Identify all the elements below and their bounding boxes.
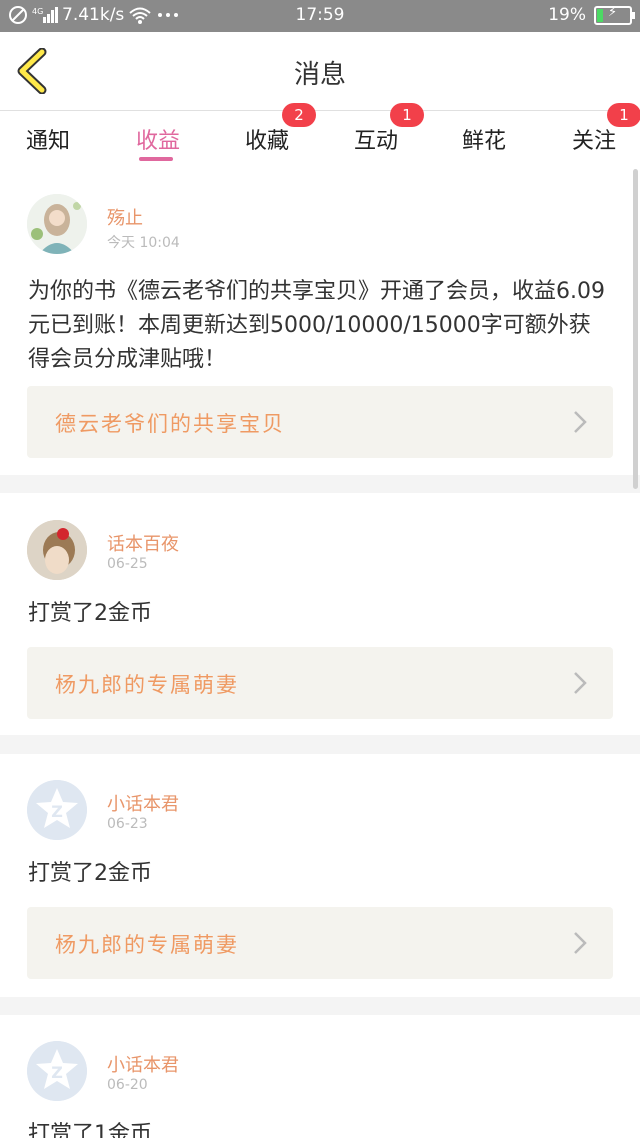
battery-icon: ⚡ (594, 4, 635, 25)
sender-name[interactable]: 殇止 (107, 204, 143, 230)
battery-fill (597, 8, 604, 22)
avatar-image (27, 520, 87, 580)
message-time: 06-23 (107, 816, 148, 832)
status-bar: 4G 7.41k/s 17:59 19% ⚡ (0, 0, 640, 32)
message-text: 为你的书《德云老爷们的共享宝贝》开通了会员，收益6.09元已到账！本周更新达到5… (28, 279, 605, 372)
book-title: 德云老爷们的共享宝贝 (55, 412, 285, 436)
svg-text:Z: Z (51, 802, 63, 821)
app-header: 消息 (0, 32, 640, 111)
avatar[interactable] (27, 194, 87, 254)
book-title: 杨九郎的专属萌妻 (55, 673, 239, 697)
message-text: 打赏了2金币 (28, 861, 152, 886)
chevron-right-icon (574, 411, 587, 433)
avatar[interactable]: Z (27, 1041, 87, 1101)
tab-following[interactable]: 关注 (572, 123, 616, 155)
tab-interactions[interactable]: 互动 (354, 123, 398, 155)
avatar-image (27, 194, 87, 254)
favorites-badge: 2 (282, 103, 316, 127)
tab-bar: 通知 收益 收藏 2 互动 1 鲜花 关注 1 (0, 103, 640, 169)
avatar[interactable] (27, 520, 87, 580)
back-button[interactable] (14, 47, 54, 95)
message-card: Z 小话本君 06-23 打赏了2金币 杨九郎的专属萌妻 (0, 754, 640, 997)
default-avatar-icon: Z (27, 780, 87, 840)
message-time: 今天 10:04 (107, 235, 180, 251)
book-title: 杨九郎的专属萌妻 (55, 933, 239, 957)
tab-notifications[interactable]: 通知 (26, 123, 70, 155)
default-avatar-icon: Z (27, 1041, 87, 1101)
svg-text:Z: Z (51, 1063, 63, 1082)
message-time: 06-20 (107, 1077, 148, 1093)
status-time: 17:59 (295, 5, 345, 25)
chevron-right-icon (574, 672, 587, 694)
tab-flowers[interactable]: 鲜花 (462, 123, 506, 155)
sender-name[interactable]: 小话本君 (107, 790, 179, 816)
following-badge: 1 (607, 103, 640, 127)
charging-icon: ⚡ (608, 4, 618, 20)
chevron-left-icon (17, 47, 47, 95)
page-title: 消息 (293, 60, 346, 90)
sender-name[interactable]: 话本百夜 (107, 530, 179, 556)
tab-earnings[interactable]: 收益 (136, 123, 180, 155)
tab-favorites[interactable]: 收藏 (245, 123, 289, 155)
battery-percent: 19% (548, 5, 586, 25)
message-time: 06-25 (107, 556, 148, 572)
book-link[interactable]: 杨九郎的专属萌妻 (27, 907, 613, 979)
chevron-right-icon (574, 932, 587, 954)
sender-name[interactable]: 小话本君 (107, 1051, 179, 1077)
message-text: 打赏了1金币 (28, 1122, 152, 1138)
book-link[interactable]: 杨九郎的专属萌妻 (27, 647, 613, 719)
interactions-badge: 1 (390, 103, 424, 127)
tab-active-indicator (139, 157, 173, 161)
status-right: 19% ⚡ (548, 4, 635, 25)
message-card: 殇止 今天 10:04 为你的书《德云老爷们的共享宝贝》开通了会员，收益6.09… (0, 169, 640, 475)
scrollbar[interactable] (633, 169, 638, 489)
avatar[interactable]: Z (27, 780, 87, 840)
book-link[interactable]: 德云老爷们的共享宝贝 (27, 386, 613, 458)
message-text: 打赏了2金币 (28, 601, 152, 626)
message-card: 话本百夜 06-25 打赏了2金币 杨九郎的专属萌妻 (0, 493, 640, 735)
message-card: Z 小话本君 06-20 打赏了1金币 (0, 1015, 640, 1138)
